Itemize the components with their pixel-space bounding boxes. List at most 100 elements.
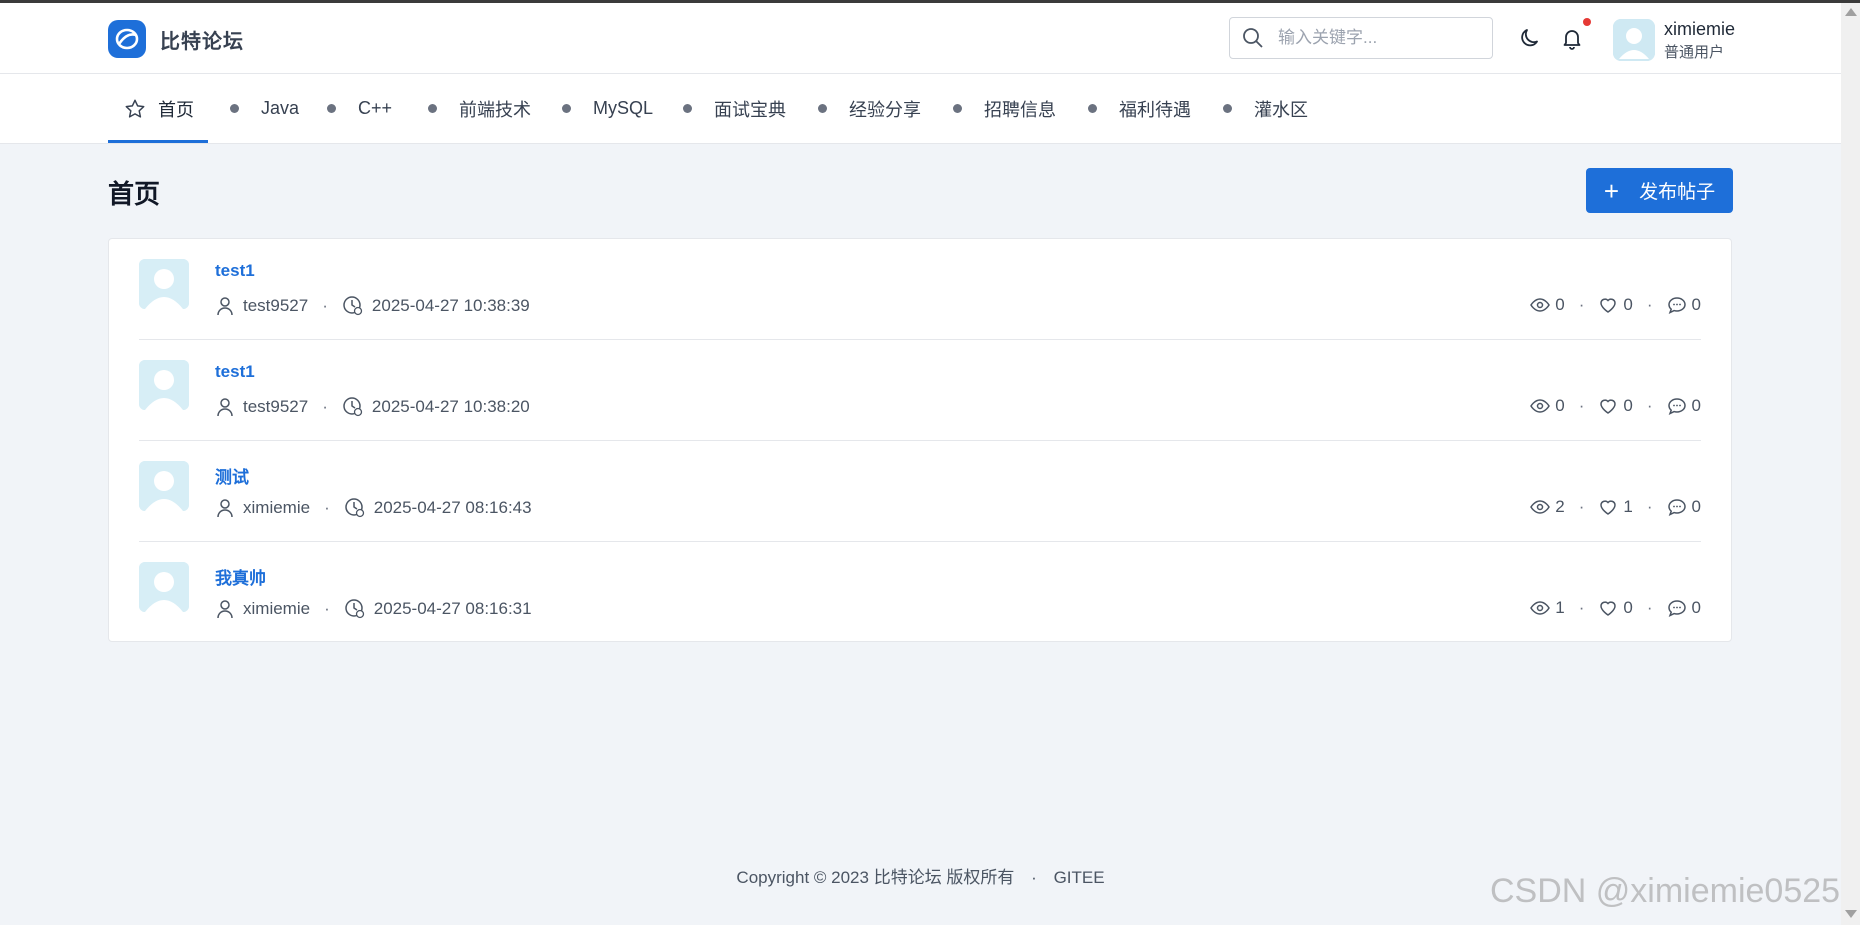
category-nav: 首页 Java C++ 前端技术 MySQL 面试宝典 经验分享 招聘信息 福利… <box>0 74 1841 144</box>
scroll-down-arrow-icon[interactable] <box>1845 910 1857 918</box>
user-icon <box>217 398 233 417</box>
nav-item-cpp[interactable]: C++ <box>327 74 392 143</box>
scroll-up-arrow-icon[interactable] <box>1845 8 1857 16</box>
post-title[interactable]: 测试 <box>215 463 249 488</box>
heart-icon <box>1600 399 1617 414</box>
post-item[interactable]: 测试 ximiemie · 2025-04-27 08:16:43 2 · 1 … <box>139 441 1701 542</box>
bullet-dot-icon <box>562 104 571 113</box>
post-stats: 2 · 1 · 0 <box>1530 497 1701 517</box>
author-avatar[interactable] <box>139 461 189 511</box>
nav-item-label: 招聘信息 <box>984 99 1056 120</box>
author-avatar[interactable] <box>139 259 189 309</box>
stat-separator: · <box>1578 295 1585 314</box>
footer-separator: · <box>1031 868 1037 887</box>
nav-item-chat[interactable]: 灌水区 <box>1223 74 1308 143</box>
view-count: 0 <box>1555 295 1565 314</box>
publish-post-label: 发布帖子 <box>1639 182 1716 203</box>
post-item[interactable]: 我真帅 ximiemie · 2025-04-27 08:16:31 1 · 0… <box>139 542 1701 643</box>
nav-item-label: 灌水区 <box>1254 99 1308 120</box>
bullet-dot-icon <box>683 104 692 113</box>
post-item[interactable]: test1 test9527 · 2025-04-27 10:38:39 0 ·… <box>139 239 1701 340</box>
view-count: 1 <box>1555 598 1565 617</box>
nav-item-benefits[interactable]: 福利待遇 <box>1088 74 1191 143</box>
comment-count: 0 <box>1691 598 1701 617</box>
author-avatar[interactable] <box>139 360 189 410</box>
post-title[interactable]: 我真帅 <box>215 564 266 589</box>
meta-separator: · <box>322 397 328 416</box>
post-meta: ximiemie · 2025-04-27 08:16:31 <box>215 598 532 620</box>
eye-icon <box>1530 298 1551 312</box>
search-box[interactable] <box>1229 17 1493 59</box>
post-author[interactable]: ximiemie <box>243 599 310 619</box>
notification-badge <box>1583 18 1591 26</box>
eye-icon <box>1530 500 1551 514</box>
nav-item-experience[interactable]: 经验分享 <box>818 74 921 143</box>
nav-item-label: 福利待遇 <box>1119 99 1191 120</box>
like-count: 0 <box>1623 295 1633 314</box>
view-count: 2 <box>1555 497 1565 516</box>
nav-item-home[interactable]: 首页 <box>124 74 194 143</box>
post-meta: test9527 · 2025-04-27 10:38:39 <box>215 295 530 317</box>
post-title[interactable]: test1 <box>215 362 255 382</box>
clock-icon <box>344 498 364 518</box>
user-role: 普通用户 <box>1664 44 1725 61</box>
gitee-link[interactable]: GITEE <box>1054 868 1105 887</box>
like-count: 0 <box>1623 598 1633 617</box>
comment-icon <box>1667 600 1686 617</box>
bullet-dot-icon <box>1088 104 1097 113</box>
stat-separator: · <box>1646 295 1653 314</box>
post-author[interactable]: ximiemie <box>243 498 310 518</box>
comment-count: 0 <box>1691 497 1701 516</box>
like-count: 0 <box>1623 396 1633 415</box>
plus-icon: + <box>1603 175 1620 206</box>
nav-item-label: 经验分享 <box>849 99 921 120</box>
stat-separator: · <box>1646 598 1653 617</box>
bullet-dot-icon <box>818 104 827 113</box>
comment-count: 0 <box>1691 295 1701 314</box>
brand-logo-link[interactable]: 比特论坛 <box>108 20 244 58</box>
bullet-dot-icon <box>953 104 962 113</box>
post-meta: ximiemie · 2025-04-27 08:16:43 <box>215 497 532 519</box>
post-stats: 0 · 0 · 0 <box>1530 295 1701 315</box>
copyright-text: Copyright © 2023 比特论坛 版权所有 <box>736 868 1015 887</box>
top-header: 比特论坛 ximiemie 普通用户 <box>0 3 1841 74</box>
author-avatar[interactable] <box>139 562 189 612</box>
nav-item-java[interactable]: Java <box>230 74 299 143</box>
nav-item-label: MySQL <box>593 98 654 118</box>
meta-separator: · <box>324 599 330 618</box>
user-icon <box>217 600 233 619</box>
notification-bell-icon[interactable] <box>1560 26 1584 50</box>
comment-icon <box>1667 398 1686 415</box>
page-scrollbar[interactable] <box>1841 3 1860 925</box>
clock-icon <box>343 296 363 316</box>
stat-separator: · <box>1578 396 1585 415</box>
clock-icon <box>343 397 363 417</box>
nav-item-frontend[interactable]: 前端技术 <box>428 74 531 143</box>
dark-mode-moon-icon[interactable] <box>1518 26 1542 50</box>
active-tab-indicator <box>108 140 208 143</box>
post-author[interactable]: test9527 <box>243 397 308 417</box>
user-name[interactable]: ximiemie <box>1664 19 1735 40</box>
stat-separator: · <box>1578 497 1585 516</box>
nav-item-mysql[interactable]: MySQL <box>562 74 653 143</box>
post-item[interactable]: test1 test9527 · 2025-04-27 10:38:20 0 ·… <box>139 340 1701 441</box>
comment-count: 0 <box>1691 396 1701 415</box>
nav-item-jobs[interactable]: 招聘信息 <box>953 74 1056 143</box>
post-author[interactable]: test9527 <box>243 296 308 316</box>
comment-icon <box>1667 297 1686 314</box>
meta-separator: · <box>322 296 328 315</box>
heart-icon <box>1600 601 1617 616</box>
brand-name: 比特论坛 <box>160 30 244 53</box>
bullet-dot-icon <box>230 104 239 113</box>
post-time: 2025-04-27 08:16:31 <box>373 599 532 618</box>
user-avatar[interactable] <box>1613 19 1655 61</box>
post-list: test1 test9527 · 2025-04-27 10:38:39 0 ·… <box>108 238 1732 642</box>
nav-item-interview[interactable]: 面试宝典 <box>683 74 786 143</box>
search-input[interactable] <box>1276 22 1480 54</box>
publish-post-button[interactable]: + 发布帖子 <box>1586 168 1733 213</box>
view-count: 0 <box>1555 396 1565 415</box>
user-icon <box>217 499 233 518</box>
post-time: 2025-04-27 10:38:39 <box>371 296 530 315</box>
post-time: 2025-04-27 08:16:43 <box>373 498 532 517</box>
post-title[interactable]: test1 <box>215 261 255 281</box>
